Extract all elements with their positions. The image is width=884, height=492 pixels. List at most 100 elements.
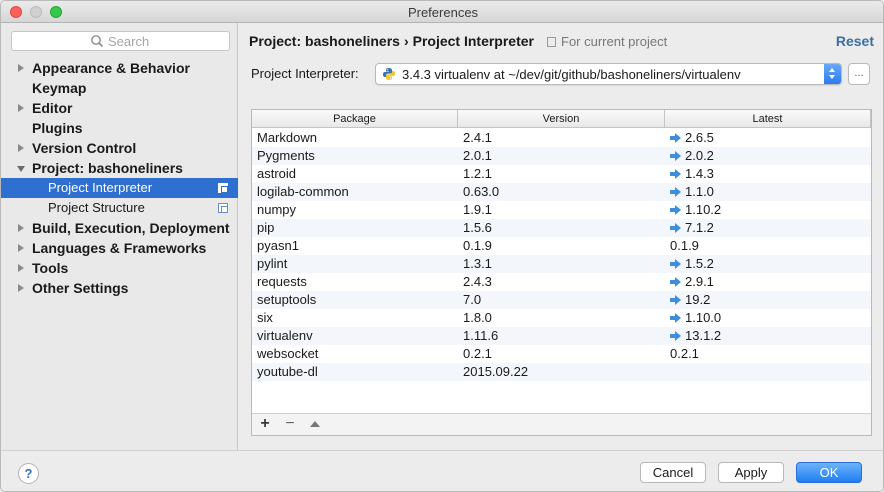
sidebar-item-project-structure[interactable]: Project Structure	[1, 198, 238, 218]
package-latest: 1.10.0	[670, 310, 721, 325]
package-name: requests	[257, 274, 307, 289]
sidebar-item-version-control[interactable]: Version Control	[1, 138, 238, 158]
table-row[interactable]: pylint 1.3.1 1.5.2	[252, 255, 871, 273]
chevron-right-icon[interactable]	[18, 284, 24, 292]
package-version: 1.2.1	[463, 166, 492, 181]
window-title: Preferences	[407, 5, 479, 20]
search-box[interactable]	[11, 31, 230, 51]
table-row[interactable]: websocket 0.2.1 0.2.1	[252, 345, 871, 363]
sidebar-item-build-execution-deployment[interactable]: Build, Execution, Deployment	[1, 218, 238, 238]
sidebar-item-project-bashoneliners[interactable]: Project: bashoneliners	[1, 158, 238, 178]
package-latest: 2.0.2	[670, 148, 714, 163]
table-row[interactable]: pip 1.5.6 7.1.2	[252, 219, 871, 237]
latest-version-text: 1.10.0	[685, 310, 722, 325]
package-latest: 1.5.2	[670, 256, 714, 271]
latest-version-text: 2.6.5	[685, 130, 714, 145]
settings-sidebar: Appearance & Behavior Keymap Editor Plugins…	[1, 23, 238, 450]
interpreter-select[interactable]: 3.4.3 virtualenv at ~/dev/git/github/bas…	[375, 63, 842, 85]
upgrade-arrow-icon	[670, 151, 681, 161]
package-version: 7.0	[463, 292, 482, 307]
remove-package-button[interactable]: −	[282, 416, 298, 432]
sidebar-item-label: Build, Execution, Deployment	[32, 220, 230, 236]
sidebar-item-plugins[interactable]: Plugins	[1, 118, 238, 138]
table-row[interactable]: Pygments 2.0.1 2.0.2	[252, 147, 871, 165]
apply-button[interactable]: Apply	[718, 462, 784, 483]
scope-label: For current project	[561, 34, 668, 49]
chevron-down-icon[interactable]	[17, 166, 25, 172]
dropdown-stepper-icon[interactable]	[824, 64, 841, 84]
package-latest: 1.1.0	[670, 184, 714, 199]
project-scope-icon	[547, 37, 556, 47]
package-version: 0.2.1	[463, 346, 492, 361]
cancel-button[interactable]: Cancel	[640, 462, 706, 483]
latest-version-text: 2.0.2	[685, 148, 714, 163]
project-settings-icon	[218, 183, 228, 193]
package-version: 2.0.1	[463, 148, 492, 163]
column-header-version[interactable]: Version	[458, 110, 665, 128]
latest-version-text: 0.2.1	[670, 346, 699, 361]
sidebar-item-editor[interactable]: Editor	[1, 98, 238, 118]
chevron-right-icon[interactable]	[18, 224, 24, 232]
package-latest: 1.10.2	[670, 202, 721, 217]
add-package-button[interactable]: +	[257, 416, 273, 432]
breadcrumb-page: Project Interpreter	[412, 33, 534, 49]
chevron-right-icon[interactable]	[18, 144, 24, 152]
table-header: Package Version Latest	[252, 110, 871, 128]
package-latest: 2.9.1	[670, 274, 714, 289]
column-header-latest[interactable]: Latest	[665, 110, 871, 128]
chevron-right-icon[interactable]	[18, 104, 24, 112]
latest-version-text: 1.4.3	[685, 166, 714, 181]
table-row[interactable]: requests 2.4.3 2.9.1	[252, 273, 871, 291]
search-icon	[91, 35, 104, 48]
upgrade-arrow-icon	[670, 205, 681, 215]
interpreter-label: Project Interpreter:	[251, 66, 359, 81]
table-row[interactable]: Markdown 2.4.1 2.6.5	[252, 129, 871, 147]
help-button[interactable]: ?	[18, 463, 39, 484]
package-latest: 13.1.2	[670, 328, 721, 343]
sidebar-item-label: Plugins	[32, 120, 83, 136]
latest-version-text: 1.1.0	[685, 184, 714, 199]
table-body: Markdown 2.4.1 2.6.5 Pygments 2.0.1 2.0.2 astr…	[252, 129, 871, 381]
table-row[interactable]: numpy 1.9.1 1.10.2	[252, 201, 871, 219]
package-version: 2.4.3	[463, 274, 492, 289]
chevron-right-icon[interactable]	[18, 64, 24, 72]
table-row[interactable]: setuptools 7.0 19.2	[252, 291, 871, 309]
latest-version-text: 13.1.2	[685, 328, 722, 343]
latest-version-text: 2.9.1	[685, 274, 714, 289]
upgrade-arrow-icon	[670, 169, 681, 179]
sidebar-item-label: Editor	[32, 100, 73, 116]
sidebar-item-label: Other Settings	[32, 280, 129, 296]
table-row[interactable]: pyasn1 0.1.9 0.1.9	[252, 237, 871, 255]
ok-button[interactable]: OK	[796, 462, 862, 483]
sidebar-item-label: Keymap	[32, 80, 87, 96]
sidebar-item-other-settings[interactable]: Other Settings	[1, 278, 238, 298]
chevron-right-icon[interactable]	[18, 264, 24, 272]
interpreter-value: 3.4.3 virtualenv at ~/dev/git/github/bas…	[402, 67, 741, 82]
package-name: pyasn1	[257, 238, 299, 253]
upgrade-arrow-icon	[670, 331, 681, 341]
sidebar-item-label: Project Interpreter	[48, 180, 153, 195]
table-row[interactable]: virtualenv 1.11.6 13.1.2	[252, 327, 871, 345]
upgrade-package-button[interactable]	[307, 416, 323, 432]
interpreter-settings-button[interactable]: ...	[848, 63, 870, 85]
title-bar: Preferences	[1, 1, 883, 23]
table-row[interactable]: youtube-dl 2015.09.22	[252, 363, 871, 381]
package-latest: 19.2	[670, 292, 710, 307]
breadcrumb: Project: bashoneliners › Project Interpret…	[249, 33, 534, 49]
package-name: virtualenv	[257, 328, 313, 343]
package-name: numpy	[257, 202, 297, 217]
sidebar-item-appearance-behavior[interactable]: Appearance & Behavior	[1, 58, 238, 78]
sidebar-item-keymap[interactable]: Keymap	[1, 78, 238, 98]
column-header-package[interactable]: Package	[252, 110, 458, 128]
table-row[interactable]: logilab-common 0.63.0 1.1.0	[252, 183, 871, 201]
search-input[interactable]	[108, 34, 218, 49]
packages-table: Package Version Latest Markdown 2.4.1 2.6.…	[251, 109, 872, 436]
table-row[interactable]: astroid 1.2.1 1.4.3	[252, 165, 871, 183]
sidebar-item-tools[interactable]: Tools	[1, 258, 238, 278]
table-row[interactable]: six 1.8.0 1.10.0	[252, 309, 871, 327]
sidebar-item-project-interpreter[interactable]: Project Interpreter	[1, 178, 238, 198]
reset-link[interactable]: Reset	[836, 33, 874, 49]
chevron-right-icon[interactable]	[18, 244, 24, 252]
package-version: 1.9.1	[463, 202, 492, 217]
sidebar-item-languages-frameworks[interactable]: Languages & Frameworks	[1, 238, 238, 258]
